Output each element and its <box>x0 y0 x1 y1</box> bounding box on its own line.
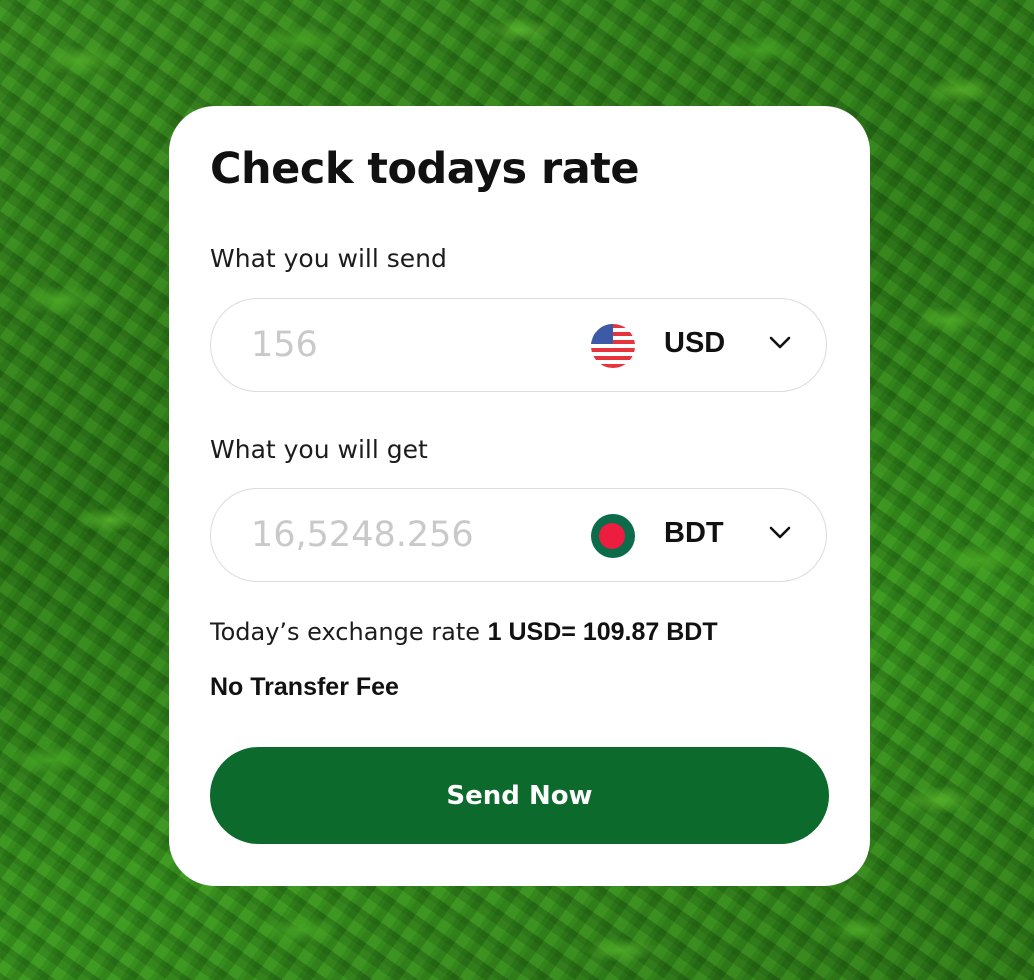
exchange-rate-prefix: Today’s exchange rate <box>210 618 480 646</box>
exchange-rate-card: Check todays rate What you will send USD… <box>169 106 870 886</box>
chevron-down-icon <box>769 526 791 539</box>
get-amount-field: BDT <box>210 488 827 582</box>
card-title: Check todays rate <box>210 144 640 194</box>
get-currency-code: BDT <box>664 517 724 549</box>
send-currency-code: USD <box>664 327 726 359</box>
exchange-rate-value: 1 USD= 109.87 BDT <box>487 618 718 646</box>
send-currency-select[interactable]: USD <box>591 299 821 391</box>
get-currency-select[interactable]: BDT <box>591 489 821 581</box>
send-amount-input[interactable] <box>251 317 551 373</box>
us-flag-icon <box>591 324 635 368</box>
chevron-down-icon <box>769 336 791 349</box>
send-amount-label: What you will send <box>210 244 447 273</box>
get-amount-label: What you will get <box>210 435 428 464</box>
exchange-rate-line: Today’s exchange rate 1 USD= 109.87 BDT <box>210 618 718 647</box>
bd-flag-icon <box>591 514 635 558</box>
send-amount-field: USD <box>210 298 827 392</box>
transfer-fee-note: No Transfer Fee <box>210 673 399 701</box>
get-amount-input[interactable] <box>251 507 551 563</box>
send-now-button[interactable]: Send Now <box>210 747 829 844</box>
